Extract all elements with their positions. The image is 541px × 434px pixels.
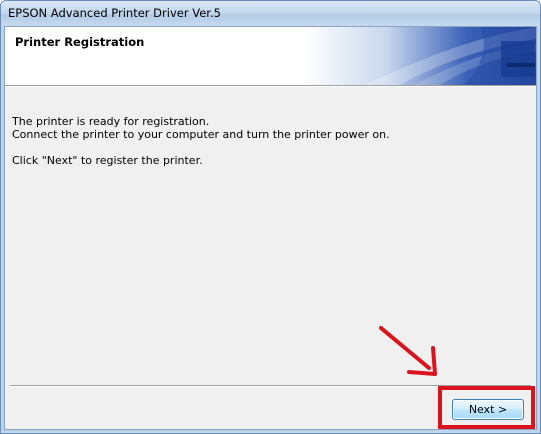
next-instruction: Click "Next" to register the printer. — [12, 154, 203, 167]
page-title: Printer Registration — [15, 35, 145, 49]
wizard-client-area: Printer Registration The printer is read… — [4, 26, 537, 430]
window-title: EPSON Advanced Printer Driver Ver.5 — [8, 6, 221, 20]
header-banner-graphic — [305, 27, 536, 85]
red-arrow-annotation — [379, 326, 437, 376]
installer-window: EPSON Advanced Printer Driver Ver.5 Prin… — [0, 0, 541, 434]
header-divider — [5, 85, 536, 87]
ready-message: The printer is ready for registration. — [12, 115, 210, 128]
wizard-header: Printer Registration — [5, 27, 536, 85]
red-highlight-box — [438, 386, 535, 429]
title-bar[interactable]: EPSON Advanced Printer Driver Ver.5 — [1, 1, 540, 27]
connect-instruction: Connect the printer to your computer and… — [12, 128, 390, 141]
